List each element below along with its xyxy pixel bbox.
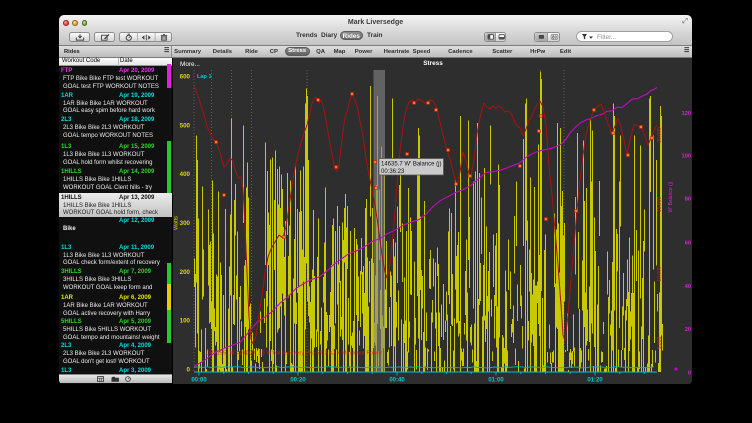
svg-text:120: 120 [682, 111, 691, 117]
svg-text:15,000: 15,000 [657, 197, 663, 213]
svg-text:600: 600 [180, 74, 191, 81]
svg-text:01:20: 01:20 [587, 377, 603, 383]
svg-text:01:00: 01:00 [488, 377, 504, 383]
svg-text:10,000: 10,000 [657, 266, 663, 282]
svg-text:CP=255, W'=20000, 10 W'bal rec: CP=255, W'=20000, 10 W'bal recovery (%) … [206, 351, 382, 357]
svg-text:20: 20 [685, 327, 691, 333]
svg-text:Lap 1: Lap 1 [197, 74, 212, 80]
svg-text:Watts: Watts [174, 216, 180, 230]
svg-text:20,000: 20,000 [657, 127, 663, 143]
svg-text:00:20: 00:20 [290, 377, 306, 383]
svg-text:0: 0 [688, 370, 691, 376]
svg-text:W' Balance (j): W' Balance (j) [668, 181, 674, 212]
svg-text:14635.7 W' Balance (j): 14635.7 W' Balance (j) [381, 161, 442, 167]
svg-text:5,000: 5,000 [657, 337, 663, 350]
svg-text:500: 500 [180, 122, 191, 129]
svg-text:0: 0 [187, 367, 191, 374]
svg-text:00:36:23: 00:36:23 [381, 169, 405, 175]
svg-text:100: 100 [180, 318, 191, 325]
svg-text:40: 40 [685, 284, 691, 290]
svg-text:100: 100 [682, 154, 691, 160]
svg-text:60: 60 [685, 241, 691, 247]
svg-text:00:40: 00:40 [389, 377, 405, 383]
svg-text:00:00: 00:00 [191, 377, 207, 383]
svg-text:80: 80 [685, 197, 691, 203]
svg-text:200: 200 [180, 269, 191, 276]
svg-text:400: 400 [180, 171, 191, 178]
svg-text:300: 300 [180, 220, 191, 227]
